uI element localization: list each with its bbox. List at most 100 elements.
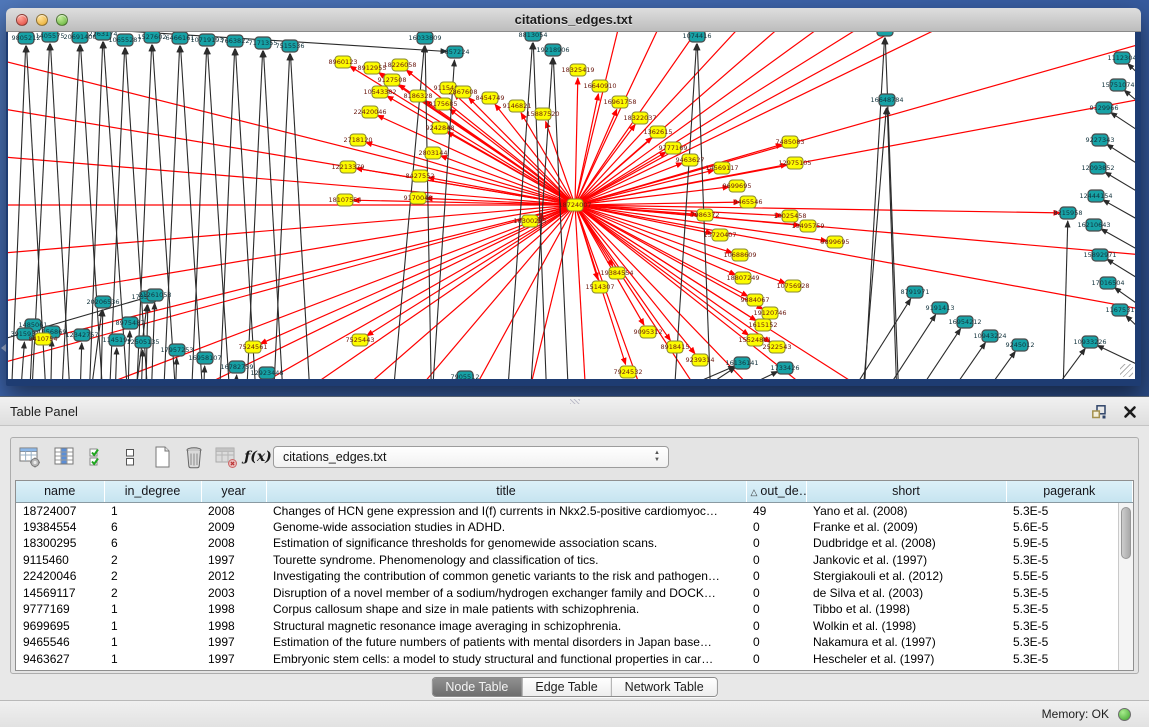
graph-node[interactable]: 9465546: [734, 196, 763, 208]
graph-node[interactable]: 7171355: [249, 37, 278, 49]
table-cell[interactable]: 5.3E-5: [1006, 502, 1133, 519]
graph-node[interactable]: 9245012: [1006, 339, 1035, 351]
graph-node[interactable]: 19218906: [536, 44, 569, 56]
table-cell[interactable]: 0: [746, 552, 806, 569]
graph-node[interactable]: 9463627: [676, 154, 705, 166]
table-cell[interactable]: Estimation of significance thresholds fo…: [266, 535, 746, 552]
table-cell[interactable]: 0: [746, 634, 806, 651]
column-header-pagerank[interactable]: pagerank: [1006, 481, 1133, 502]
table-cell[interactable]: Genome-wide association studies in ADHD.: [266, 519, 746, 536]
table-row[interactable]: 977716911998Corpus callosum shape and si…: [16, 601, 1133, 618]
table-cell[interactable]: 1997: [201, 552, 266, 569]
table-cell[interactable]: Dudbridge et al. (2008): [806, 535, 1006, 552]
network-window-titlebar[interactable]: citations_edges.txt: [6, 8, 1141, 32]
graph-node[interactable]: 7515536: [276, 40, 305, 52]
graph-node[interactable]: 9095312: [634, 326, 663, 338]
merge-rows-icon[interactable]: [117, 443, 143, 471]
table-cell[interactable]: 1: [104, 651, 201, 668]
graph-node[interactable]: 9127508: [378, 74, 407, 86]
graph-node[interactable]: 9884067: [741, 294, 770, 306]
graph-node[interactable]: 16210643: [1077, 219, 1110, 231]
table-cell[interactable]: 2: [104, 552, 201, 569]
table-row[interactable]: 1456911722003Disruption of a novel membe…: [16, 585, 1133, 602]
graph-node[interactable]: 7525443: [346, 334, 375, 346]
graph-node[interactable]: 18107554: [328, 194, 361, 206]
network-canvas[interactable]: 1872400798052121405575206914062263174106…: [8, 32, 1135, 379]
table-cell[interactable]: 0: [746, 618, 806, 635]
graph-node[interactable]: 18807249: [726, 272, 759, 284]
table-cell[interactable]: 18724007: [16, 502, 104, 519]
graph-node[interactable]: 17016504: [1091, 277, 1124, 289]
graph-edge[interactable]: [875, 315, 936, 379]
graph-node[interactable]: 7857224: [441, 46, 470, 58]
graph-node[interactable]: 12975105: [778, 157, 811, 169]
graph-node[interactable]: 15751074: [1101, 79, 1134, 91]
graph-node[interactable]: 12505135: [126, 336, 159, 348]
graph-edge[interactable]: [79, 343, 82, 379]
table-cell[interactable]: 19384554: [16, 519, 104, 536]
graph-node[interactable]: 20206536: [86, 296, 119, 308]
graph-node[interactable]: 1362615: [644, 126, 673, 138]
graph-node[interactable]: 16958107: [188, 352, 221, 364]
graph-edge[interactable]: [1126, 316, 1135, 348]
graph-node[interactable]: 8791971: [901, 286, 930, 298]
table-row[interactable]: 1872400712008Changes of HCN gene express…: [16, 502, 1133, 519]
table-cell[interactable]: Hescheler et al. (1997): [806, 651, 1006, 668]
graph-node[interactable]: 12093852: [1081, 162, 1114, 174]
table-cell[interactable]: 2: [104, 568, 201, 585]
graph-node[interactable]: 8975487: [116, 317, 145, 329]
graph-node[interactable]: 7663822: [221, 35, 250, 47]
column-header-title[interactable]: title: [266, 481, 746, 502]
graph-node[interactable]: 1167531: [1106, 304, 1135, 316]
graph-edge[interactable]: [290, 54, 312, 379]
table-select-dropdown[interactable]: citations_edges.txt ▲▼: [273, 446, 669, 468]
graph-edge[interactable]: [8, 205, 575, 260]
graph-node[interactable]: 1514307: [586, 281, 615, 293]
column-header-name[interactable]: name: [16, 481, 104, 502]
graph-node[interactable]: 16033809: [408, 32, 441, 44]
graph-node[interactable]: 9227343: [1086, 134, 1115, 146]
graph-edge[interactable]: [234, 375, 237, 379]
graph-node[interactable]: 7485083: [776, 136, 805, 148]
graph-node[interactable]: 10543382: [363, 86, 396, 98]
table-cell[interactable]: 0: [746, 535, 806, 552]
table-row[interactable]: 1830029562008Estimation of significance …: [16, 535, 1133, 552]
graph-node[interactable]: 15887520: [526, 108, 559, 120]
table-settings-icon[interactable]: [17, 443, 43, 471]
delete-trash-icon[interactable]: [181, 443, 207, 471]
splitter-grip[interactable]: [570, 399, 580, 404]
graph-edge[interactable]: [218, 49, 235, 379]
table-cell[interactable]: 22420046: [16, 568, 104, 585]
function-builder-icon[interactable]: ƒ(x): [245, 443, 271, 471]
tab-network-table[interactable]: Network Table: [611, 678, 717, 696]
graph-node[interactable]: 9239314: [686, 354, 715, 366]
graph-node[interactable]: 16640910: [583, 80, 616, 92]
graph-node[interactable]: 2522543: [763, 341, 792, 353]
graph-node[interactable]: 8454749: [476, 92, 505, 104]
graph-edge[interactable]: [88, 42, 103, 379]
graph-node[interactable]: 9129966: [1090, 102, 1119, 114]
graph-edge[interactable]: [925, 343, 985, 379]
import-table-disabled-icon[interactable]: [213, 443, 239, 471]
table-cell[interactable]: 2: [104, 585, 201, 602]
row-checks-icon[interactable]: [85, 443, 111, 471]
graph-node[interactable]: 12342757: [65, 329, 98, 341]
graph-node[interactable]: 10943224: [973, 330, 1006, 342]
column-header-out-degree[interactable]: △out_de…: [746, 481, 806, 502]
graph-node[interactable]: 19120746: [753, 307, 786, 319]
zoom-window-button[interactable]: [56, 14, 68, 26]
graph-node[interactable]: 9699695: [723, 180, 752, 192]
graph-edge[interactable]: [202, 366, 205, 379]
table-cell[interactable]: 0: [746, 519, 806, 536]
graph-node[interactable]: 15892971: [1083, 249, 1116, 261]
graph-node[interactable]: 7924532: [614, 366, 643, 378]
graph-node[interactable]: 1615152: [749, 319, 778, 331]
graph-edge[interactable]: [1124, 90, 1135, 120]
table-cell[interactable]: Jankovic et al. (1997): [806, 552, 1006, 569]
graph-node[interactable]: 16782759: [220, 361, 253, 373]
graph-node[interactable]: 1074416: [683, 32, 712, 42]
tab-edge-table[interactable]: Edge Table: [521, 678, 610, 696]
table-cell[interactable]: 1: [104, 601, 201, 618]
graph-node[interactable]: 9191413: [926, 302, 955, 314]
table-cell[interactable]: 2003: [201, 585, 266, 602]
